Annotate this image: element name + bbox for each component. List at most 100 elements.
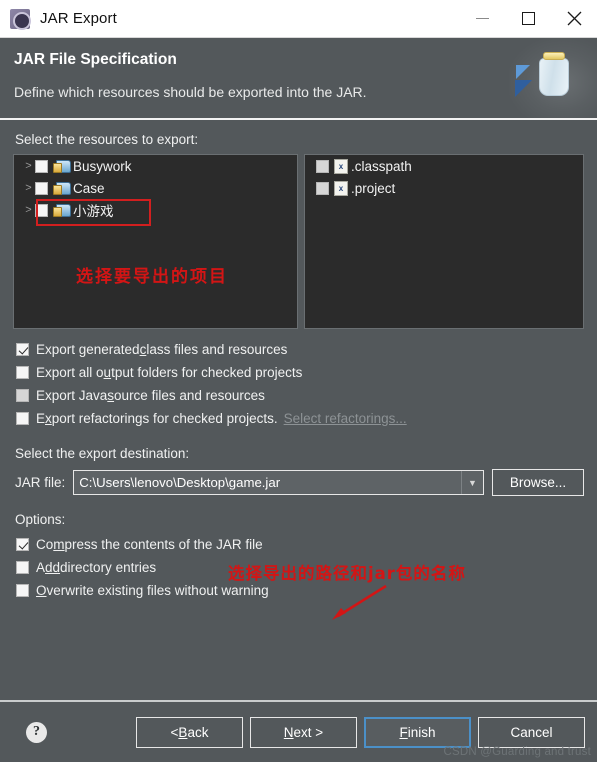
project-tree-panel[interactable]: > Busywork > Case > 小游戏 选择要导出的项目 [13,154,298,329]
banner-subtitle: Define which resources should be exporte… [14,84,367,100]
help-icon[interactable]: ? [26,721,47,743]
dialog-content: Select the resources to export: > Busywo… [0,120,597,700]
annotation-text-projects: 选择要导出的项目 [76,267,228,287]
option-checkbox[interactable] [16,412,29,425]
option-label-mnemonic: O [36,583,47,598]
resources-label: Select the resources to export: [15,132,199,147]
file-item-label: .classpath [351,158,412,174]
file-list-panel[interactable]: x .classpath x .project [304,154,584,329]
browse-button[interactable]: Browse... [492,469,584,496]
tree-checkbox[interactable] [35,159,48,173]
option-label-pre: Co [36,537,54,552]
option-label-post: verwrite existing files without warning [46,583,269,598]
tree-item-label: Busywork [73,158,132,174]
annotation-text-destination: 选择导出的路径和jar包的名称 [228,564,466,583]
option-export-refactorings[interactable]: Ex port refactorings for checked projects… [13,407,584,430]
export-options-group: Export generated c lass files and resourc… [13,338,584,430]
option-label-post: tput folders for checked projects [111,365,303,380]
minimize-icon[interactable] [459,0,505,37]
option-checkbox[interactable] [16,389,29,402]
finish-button-post: inish [407,724,436,740]
tree-checkbox[interactable] [35,203,48,217]
chevron-down-icon[interactable]: ▼ [461,471,483,494]
option-label-mnemonic: x [45,411,52,426]
next-button-post: ext > [293,724,324,740]
list-item[interactable]: x .project [305,177,583,199]
xml-file-icon: x [334,180,348,196]
browse-button-label: Browse... [509,475,567,490]
tree-row[interactable]: > Case [14,177,297,199]
jar-export-icon [10,8,31,30]
option-checkbox[interactable] [16,343,29,356]
cancel-button[interactable]: Cancel [478,716,585,748]
list-item[interactable]: x .classpath [305,155,583,177]
option-label-pre: A [36,560,46,575]
option-checkbox[interactable] [16,366,29,379]
watermark: CSDN @Guarding and trust [443,746,591,758]
back-button-pre: < [170,724,179,740]
resource-panels: > Busywork > Case > 小游戏 选择要导出的项目 x .clas… [13,154,584,329]
option-export-generated-class-files[interactable]: Export generated c lass files and resourc… [13,338,584,361]
banner-title: JAR File Specification [14,51,177,68]
jar-file-row: JAR file: C:\Users\lenovo\Desktop\game.j… [15,469,584,496]
file-item-label: .project [351,180,396,196]
tree-item-label: 小游戏 [73,204,114,219]
option-label-mnemonic: s [107,388,115,403]
back-button-post: ack [187,724,209,740]
option-export-java-source-files[interactable]: Export Java s ource files and resources [13,384,584,407]
options-label: Options: [15,512,66,527]
option-checkbox[interactable] [16,561,29,574]
footer-buttons: < Back Next > Finish Cancel [136,716,585,748]
destination-label: Select the export destination: [15,446,190,461]
tree-row[interactable]: > 小游戏 [14,199,297,221]
option-label-pre: E [36,411,46,426]
next-button[interactable]: Next > [250,716,357,748]
tree-item-label: Case [73,180,105,196]
tree-row[interactable]: > Busywork [14,155,297,177]
option-label-post: press the contents of the JAR file [64,537,263,552]
file-checkbox[interactable] [316,159,329,173]
option-checkbox[interactable] [16,538,29,551]
jar-bottle-icon [509,38,597,118]
xml-file-icon: x [334,158,348,174]
finish-button-mnemonic: F [399,724,408,740]
option-label-mnemonic: u [103,365,112,380]
dialog-footer: ? < Back Next > Finish Cancel CSDN @Guar… [0,700,597,762]
option-export-all-output-folders[interactable]: Export all o u tput folders for checked pr… [13,361,584,384]
jar-file-label: JAR file: [15,475,66,490]
option-checkbox[interactable] [16,584,29,597]
back-button-mnemonic: B [178,724,188,740]
maximize-icon[interactable] [505,0,551,37]
title-bar: JAR Export [0,0,597,38]
option-label-post: lass files and resources [146,342,288,357]
java-project-icon [53,203,71,217]
chevron-right-icon[interactable]: > [22,160,35,172]
option-label-pre: Export all o [36,365,104,380]
option-label-pre: Export generated [36,342,140,357]
close-icon[interactable] [551,0,597,37]
cancel-button-label: Cancel [510,724,553,740]
jar-export-dialog: JAR Export JAR File Specification Define… [0,0,597,762]
option-label-mnemonic: dd [45,560,61,575]
option-label-mnemonic: c [139,342,147,357]
jar-file-value[interactable]: C:\Users\lenovo\Desktop\game.jar [74,475,280,490]
chevron-right-icon[interactable]: > [22,182,35,194]
tree-checkbox[interactable] [35,181,48,195]
java-project-icon [53,181,71,195]
back-button[interactable]: < Back [136,716,243,748]
window-controls [459,0,597,37]
annotation-arrow-icon [332,584,387,620]
java-project-icon [53,159,71,173]
dialog-banner: JAR File Specification Define which reso… [0,38,597,120]
option-compress-contents[interactable]: Co m press the contents of the JAR file [13,533,584,556]
jar-file-combo[interactable]: C:\Users\lenovo\Desktop\game.jar ▼ [73,470,484,495]
option-label-pre: Export Java [36,388,108,403]
next-button-mnemonic: N [283,724,294,740]
file-checkbox[interactable] [316,181,329,195]
option-label-post: ource files and resources [114,388,265,403]
chevron-right-icon[interactable]: > [22,204,35,216]
option-label-mnemonic: m [53,537,65,552]
select-refactorings-link[interactable]: Select refactorings... [284,411,407,426]
finish-button[interactable]: Finish [364,716,471,748]
option-label-post: directory entries [60,560,157,575]
